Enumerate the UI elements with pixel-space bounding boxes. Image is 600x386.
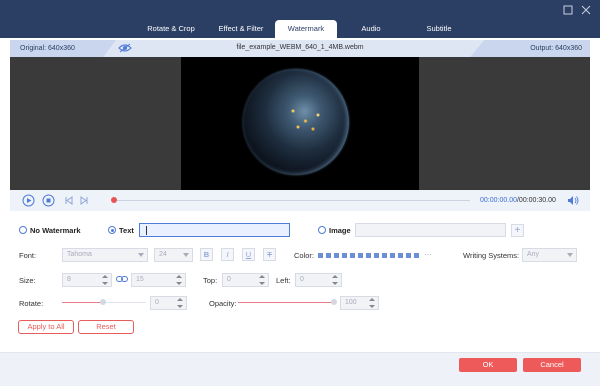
maximize-icon[interactable] [562, 5, 574, 17]
strikethrough-button[interactable]: T [263, 248, 276, 261]
top-stepper[interactable]: 0 [222, 273, 269, 287]
plus-icon[interactable]: + [511, 224, 524, 237]
output-resolution: Output: 640x360 [470, 40, 590, 57]
info-bar: file_example_WEBM_640_1_4MB.webm Origina… [10, 40, 590, 57]
apply-to-all-button[interactable]: Apply to All [18, 320, 74, 334]
writing-systems-label: Writing Systems: [463, 251, 520, 260]
color-palette[interactable] [318, 253, 419, 258]
font-label: Font: [19, 251, 37, 260]
font-size-select[interactable]: 24 [154, 248, 193, 262]
player-controls: 00:00:00.00/00:00:30.00 [10, 190, 590, 211]
bold-button[interactable]: B [200, 248, 213, 261]
opacity-stepper[interactable]: 100 [340, 296, 379, 310]
image-path-field[interactable] [355, 223, 506, 237]
tab-effect-filter[interactable]: Effect & Filter [207, 20, 275, 38]
earth-image [243, 69, 349, 175]
tab-rotate-crop[interactable]: Rotate & Crop [135, 20, 207, 38]
color-label: Color: [294, 251, 315, 260]
original-resolution: Original: 640x360 [10, 40, 116, 57]
reset-button[interactable]: Reset [78, 320, 134, 334]
volume-icon[interactable] [567, 195, 579, 206]
tab-watermark[interactable]: Watermark [275, 20, 337, 38]
text-input[interactable] [139, 223, 290, 237]
stop-icon[interactable] [42, 194, 55, 207]
tab-subtitle[interactable]: Subtitle [405, 20, 473, 38]
image-label[interactable]: Image [329, 226, 351, 235]
underline-button[interactable]: U [242, 248, 255, 261]
top-label: Top: [203, 276, 218, 285]
preview-area [10, 57, 590, 190]
cancel-button[interactable]: Cancel [523, 358, 581, 372]
link-icon[interactable] [116, 275, 128, 283]
rotate-slider-knob[interactable] [100, 299, 106, 305]
title-bar: Rotate & Crop Effect & Filter Watermark … [0, 0, 600, 38]
rotate-slider[interactable] [62, 302, 102, 303]
time-display: 00:00:00.00/00:00:30.00 [480, 190, 556, 211]
tab-bar: Rotate & Crop Effect & Filter Watermark … [135, 20, 473, 38]
current-time: 00:00:00.00 [480, 197, 517, 204]
opacity-slider[interactable] [238, 302, 334, 303]
dialog-footer: OK Cancel [0, 352, 600, 386]
text-label[interactable]: Text [119, 226, 134, 235]
image-radio[interactable] [318, 226, 326, 234]
tab-audio[interactable]: Audio [337, 20, 405, 38]
font-select[interactable]: Tahoma [62, 248, 148, 262]
width-stepper[interactable]: 8 [62, 273, 112, 287]
left-stepper[interactable]: 0 [295, 273, 342, 287]
timeline-track[interactable] [114, 200, 470, 201]
rotate-label: Rotate: [19, 299, 44, 308]
text-radio[interactable] [108, 226, 116, 234]
ok-button[interactable]: OK [459, 358, 517, 372]
writing-systems-select[interactable]: Any [522, 248, 577, 262]
height-stepper[interactable]: 15 [131, 273, 186, 287]
no-watermark-radio[interactable] [19, 226, 27, 234]
play-icon[interactable] [22, 194, 35, 207]
opacity-label: Opacity: [209, 299, 237, 308]
video-frame [181, 57, 419, 190]
total-time: /00:00:30.00 [516, 197, 556, 204]
left-label: Left: [276, 276, 291, 285]
watermark-dialog: Rotate & Crop Effect & Filter Watermark … [0, 0, 600, 386]
italic-button[interactable]: I [221, 248, 234, 261]
more-colors-button[interactable]: ··· [424, 250, 432, 259]
next-icon[interactable] [78, 194, 91, 207]
close-icon[interactable] [580, 5, 592, 17]
timeline-knob[interactable] [111, 197, 117, 203]
eye-icon[interactable] [118, 43, 132, 53]
prev-icon[interactable] [62, 194, 75, 207]
no-watermark-label[interactable]: No Watermark [30, 226, 81, 235]
rotate-stepper[interactable]: 0 [150, 296, 187, 310]
size-label: Size: [19, 276, 36, 285]
opacity-slider-knob[interactable] [331, 299, 337, 305]
